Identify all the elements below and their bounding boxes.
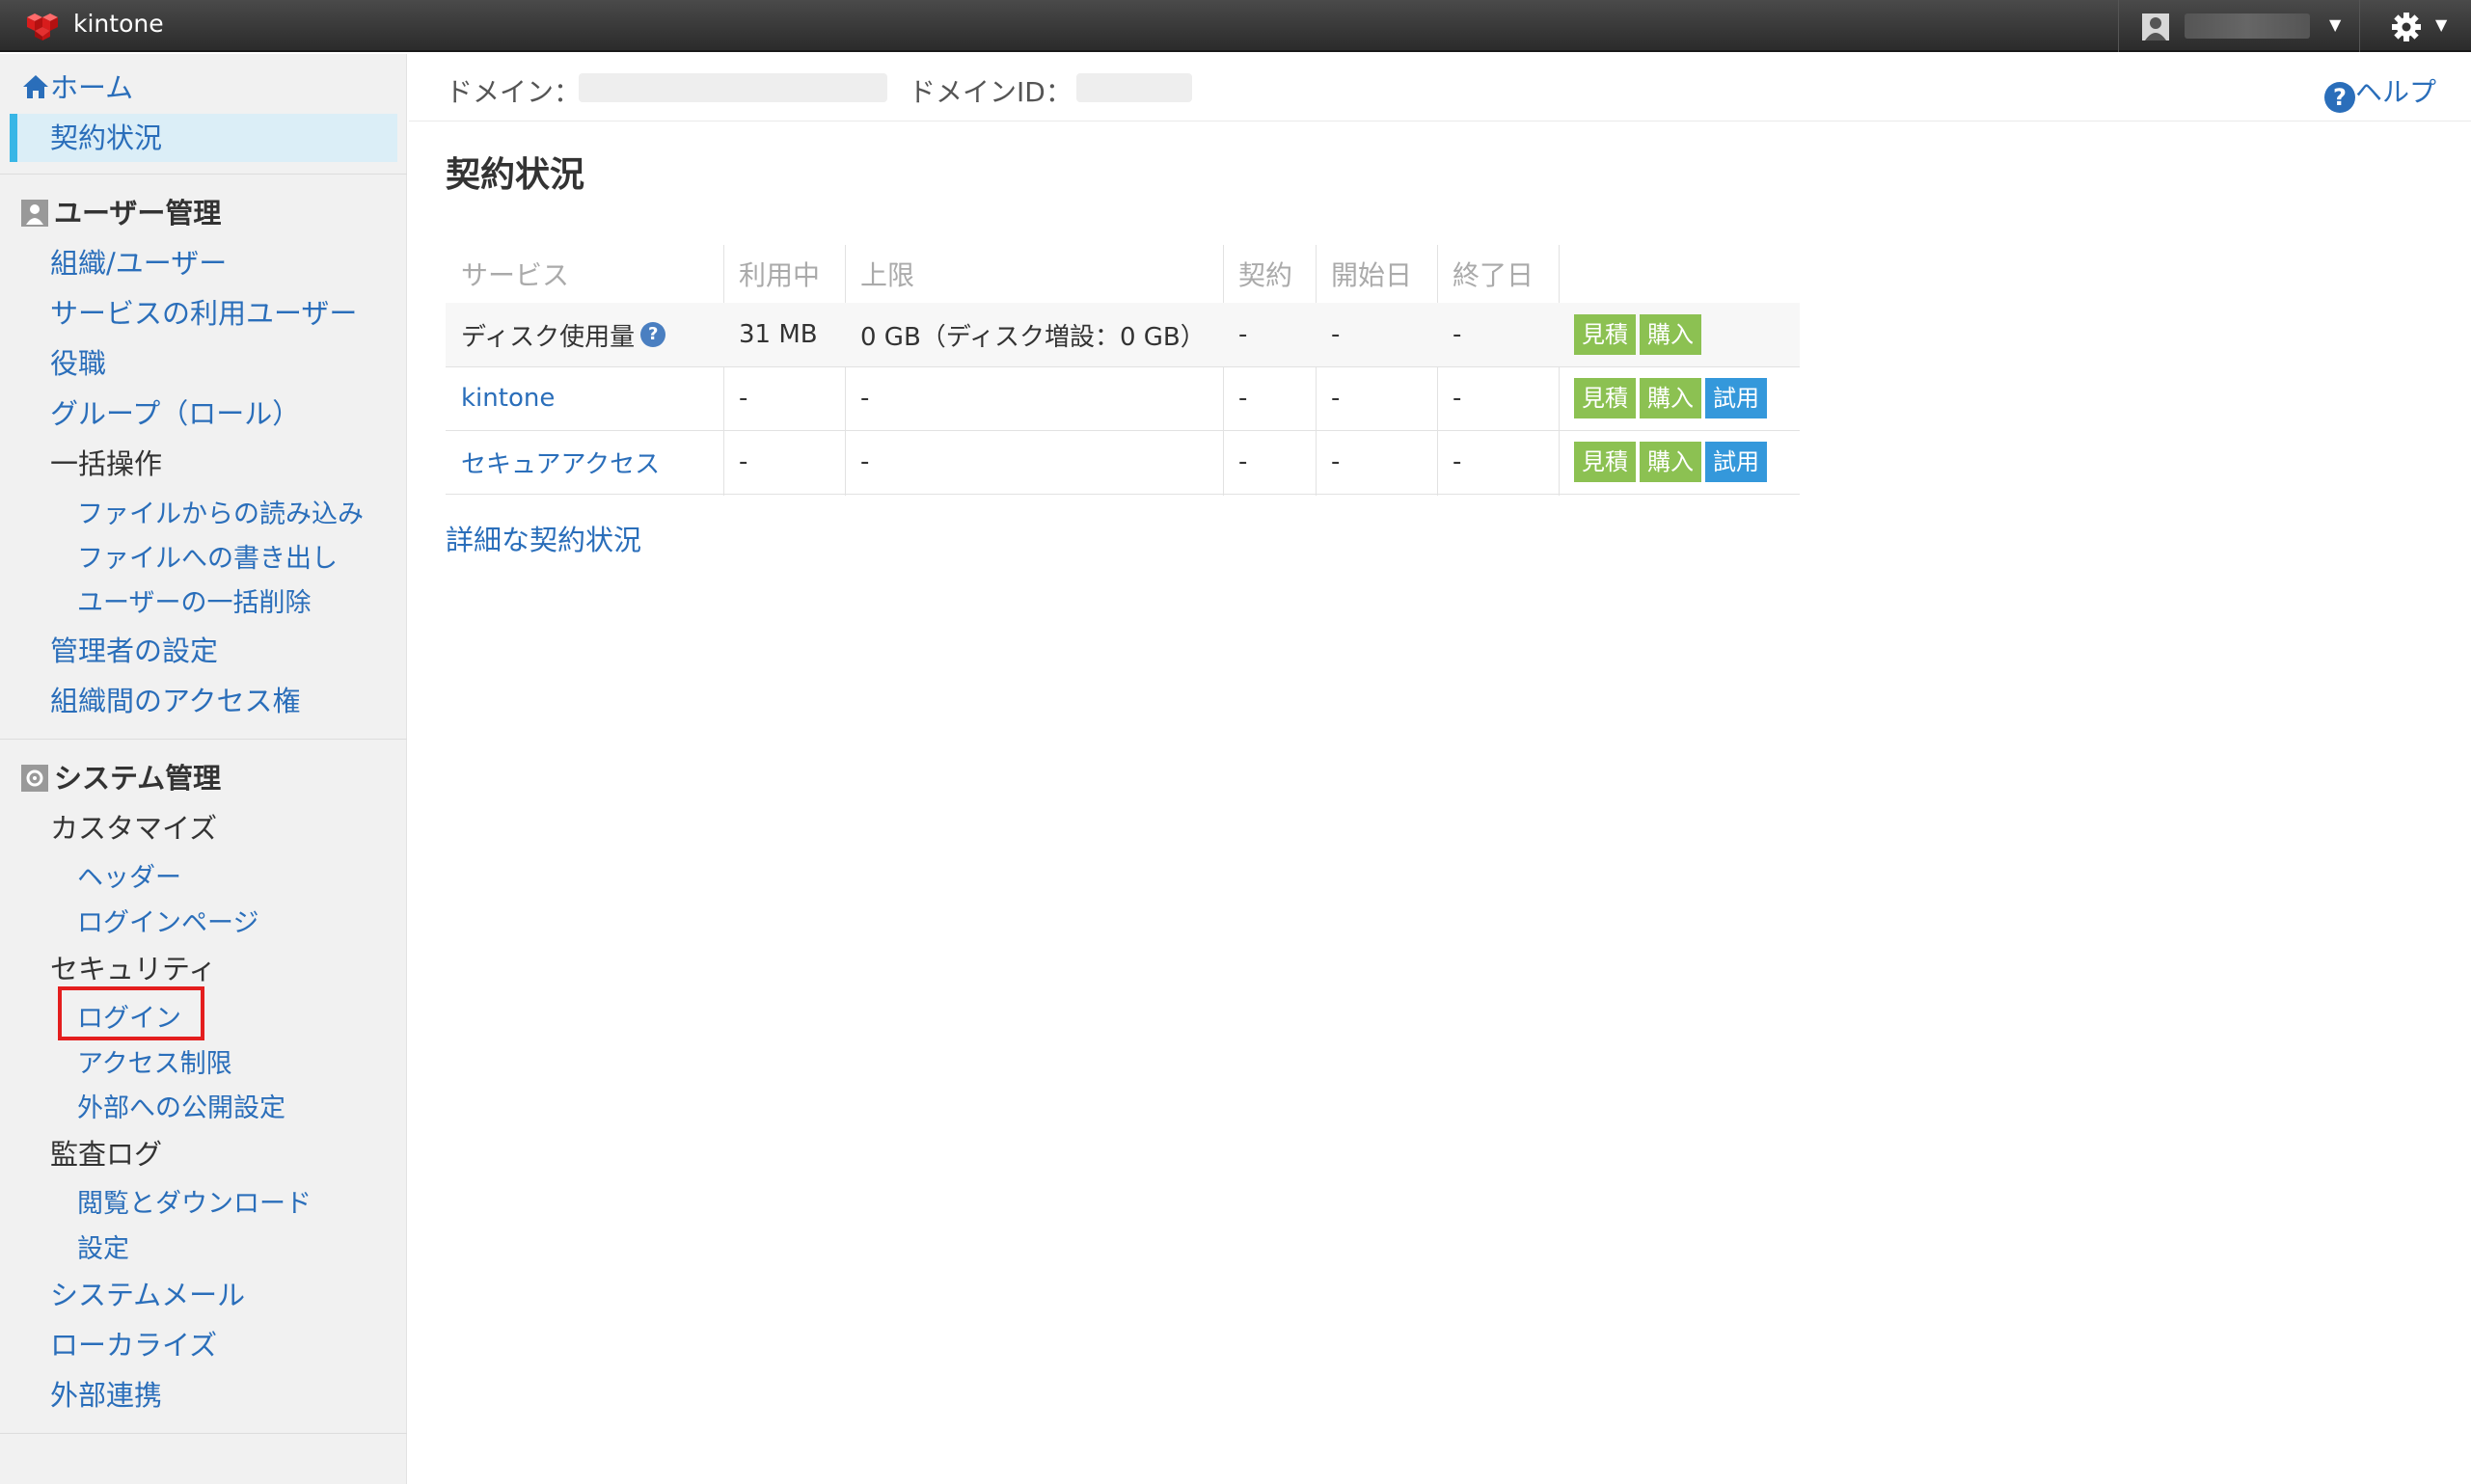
purchase-button[interactable]: 購入 <box>1640 378 1701 418</box>
help-link[interactable]: ? ヘルプ <box>2324 71 2436 113</box>
chevron-down-icon: ▼ <box>2435 15 2448 34</box>
chevron-down-icon: ▼ <box>2329 15 2342 34</box>
sidebar-item-login-page[interactable]: ログインページ <box>77 902 258 939</box>
column-header-limit: 上限 <box>860 259 915 291</box>
sidebar-item-access-rights[interactable]: 組織間のアクセス権 <box>50 679 301 719</box>
sidebar-item-import-file[interactable]: ファイルからの読み込み <box>77 493 364 530</box>
column-header-end-date: 終了日 <box>1453 259 1534 291</box>
action-cell: 見積 購入 <box>1559 303 1800 366</box>
end-date-cell: - <box>1453 320 1462 349</box>
column-header-service: サービス <box>461 259 570 291</box>
highlight-box <box>58 986 204 1040</box>
service-name: ディスク使用量 <box>461 322 636 352</box>
gear-icon <box>21 765 48 792</box>
sidebar-item-org-users[interactable]: 組織/ユーザー <box>50 241 227 282</box>
limit-cell: 0 GB（ディスク増設：0 GB） <box>860 322 1206 352</box>
sidebar-group-bulk: 一括操作 <box>50 447 163 480</box>
home-icon <box>23 75 48 98</box>
sidebar-item-service-users[interactable]: サービスの利用ユーザー <box>50 291 357 332</box>
sidebar-item-header[interactable]: ヘッダー <box>77 856 181 894</box>
brand-name[interactable]: kintone <box>73 10 164 38</box>
sidebar-item-bulk-delete[interactable]: ユーザーの一括削除 <box>77 581 311 619</box>
sidebar-item-external-publish[interactable]: 外部への公開設定 <box>77 1087 285 1124</box>
domain-label: ドメイン： <box>446 76 582 108</box>
estimate-button[interactable]: 見積 <box>1574 314 1636 355</box>
table-header-row: サービス 利用中 上限 契約 開始日 終了日 <box>446 245 1800 303</box>
user-avatar-icon <box>2142 13 2169 40</box>
table-row: kintone - - - - - 見積 購入 試用 <box>446 366 1800 430</box>
service-link-secure-access[interactable]: セキュアアクセス <box>446 430 723 494</box>
sidebar-group-security: セキュリティ <box>50 953 217 985</box>
action-cell: 見積 購入 試用 <box>1559 366 1800 430</box>
table-row: ディスク使用量 ? 31 MB 0 GB（ディスク増設：0 GB） - - - … <box>446 303 1800 366</box>
section-title-text: ユーザー管理 <box>54 197 222 229</box>
purchase-button[interactable]: 購入 <box>1640 442 1701 482</box>
sidebar-group-customize: カスタマイズ <box>50 812 218 845</box>
sidebar-group-audit-log: 監査ログ <box>50 1138 163 1171</box>
sidebar-item-localize[interactable]: ローカライズ <box>50 1323 217 1363</box>
section-title-system-mgmt: システム管理 <box>21 756 221 796</box>
help-icon: ? <box>2324 82 2355 113</box>
end-date-cell: - <box>1453 384 1462 413</box>
sidebar-item-external-integration[interactable]: 外部連携 <box>50 1373 162 1414</box>
sidebar-item-home[interactable]: ホーム <box>21 66 133 106</box>
sidebar-item-roles[interactable]: 役職 <box>50 341 106 382</box>
section-title-user-mgmt: ユーザー管理 <box>21 191 221 231</box>
start-date-cell: - <box>1331 447 1341 476</box>
service-cell: ディスク使用量 ? <box>446 303 723 366</box>
used-cell: - <box>739 384 748 413</box>
domain-value-redacted <box>579 73 887 102</box>
start-date-cell: - <box>1331 384 1341 413</box>
sidebar-item-admin-settings[interactable]: 管理者の設定 <box>50 629 218 669</box>
section-title-text: システム管理 <box>54 762 222 795</box>
sidebar-item-label: ホーム <box>50 71 134 104</box>
settings-menu[interactable]: ▼ <box>2359 0 2471 52</box>
trial-button[interactable]: 試用 <box>1705 442 1767 482</box>
detailed-contract-link[interactable]: 詳細な契約状況 <box>446 518 641 558</box>
help-label: ヘルプ <box>2355 76 2437 108</box>
user-icon <box>21 200 48 227</box>
sidebar-item-contract[interactable]: 契約状況 <box>50 116 162 156</box>
divider <box>0 1433 407 1434</box>
user-name-redacted <box>2185 13 2310 39</box>
divider <box>0 739 407 740</box>
table-divider <box>446 494 1800 495</box>
domain-id-label: ドメインID： <box>909 76 1073 108</box>
service-link-kintone[interactable]: kintone <box>446 366 723 430</box>
user-menu[interactable]: ▼ <box>2118 0 2359 52</box>
trial-button[interactable]: 試用 <box>1705 378 1767 418</box>
limit-cell: - <box>860 384 870 413</box>
sidebar-item-system-mail[interactable]: システムメール <box>50 1273 245 1313</box>
top-header-bar: kintone ▼ ▼ <box>0 0 2471 52</box>
action-cell: 見積 購入 試用 <box>1559 430 1800 494</box>
question-icon[interactable]: ? <box>640 322 666 347</box>
page-title: 契約状況 <box>446 155 585 195</box>
purchase-button[interactable]: 購入 <box>1640 314 1701 355</box>
used-cell: - <box>739 447 748 476</box>
estimate-button[interactable]: 見積 <box>1574 378 1636 418</box>
gear-icon <box>2392 13 2421 41</box>
column-header-contract: 契約 <box>1238 259 1293 291</box>
column-header-start-date: 開始日 <box>1331 259 1413 291</box>
limit-cell: - <box>860 447 870 476</box>
kintone-logo-icon[interactable] <box>21 10 64 42</box>
sidebar: ホーム 契約状況 ユーザー管理 組織/ユーザー サービスの利用ユーザー 役職 グ… <box>0 54 407 1484</box>
used-cell: 31 MB <box>739 320 818 349</box>
contract-cell: - <box>1238 384 1248 413</box>
divider <box>0 174 407 175</box>
sidebar-item-groups[interactable]: グループ（ロール） <box>50 391 300 432</box>
contract-cell: - <box>1238 447 1248 476</box>
column-header-used: 利用中 <box>739 259 821 291</box>
sidebar-item-access-restriction[interactable]: アクセス制限 <box>77 1042 232 1080</box>
contract-cell: - <box>1238 320 1248 349</box>
sidebar-item-view-download[interactable]: 閲覧とダウンロード <box>77 1182 312 1220</box>
domain-id-value-redacted <box>1076 73 1192 102</box>
sidebar-item-export-file[interactable]: ファイルへの書き出し <box>77 537 338 575</box>
estimate-button[interactable]: 見積 <box>1574 442 1636 482</box>
table-row: セキュアアクセス - - - - - 見積 購入 試用 <box>446 430 1800 494</box>
start-date-cell: - <box>1331 320 1341 349</box>
sidebar-item-audit-settings[interactable]: 設定 <box>77 1228 129 1265</box>
end-date-cell: - <box>1453 447 1462 476</box>
